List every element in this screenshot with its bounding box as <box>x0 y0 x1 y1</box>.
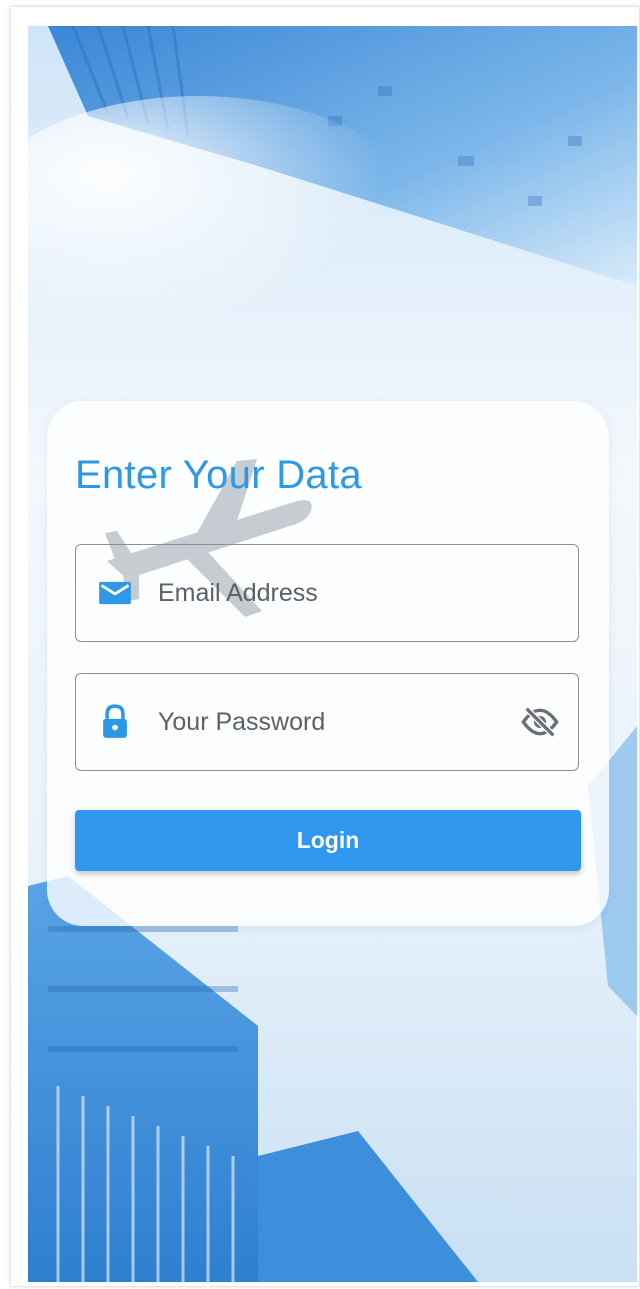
login-card: Enter Your Data Email Address Login <box>47 401 609 926</box>
page-title: Enter Your Data <box>75 453 362 497</box>
visibility-off-icon[interactable] <box>520 702 560 742</box>
password-input[interactable] <box>158 674 498 770</box>
device-frame: Enter Your Data Email Address Login <box>10 6 640 1287</box>
email-icon <box>99 581 131 605</box>
password-field[interactable] <box>75 673 579 771</box>
email-field[interactable] <box>75 544 579 642</box>
login-button[interactable]: Login <box>75 810 581 871</box>
email-input[interactable] <box>158 545 498 641</box>
app-screen: Enter Your Data Email Address Login <box>28 26 637 1282</box>
lock-icon <box>103 704 127 738</box>
